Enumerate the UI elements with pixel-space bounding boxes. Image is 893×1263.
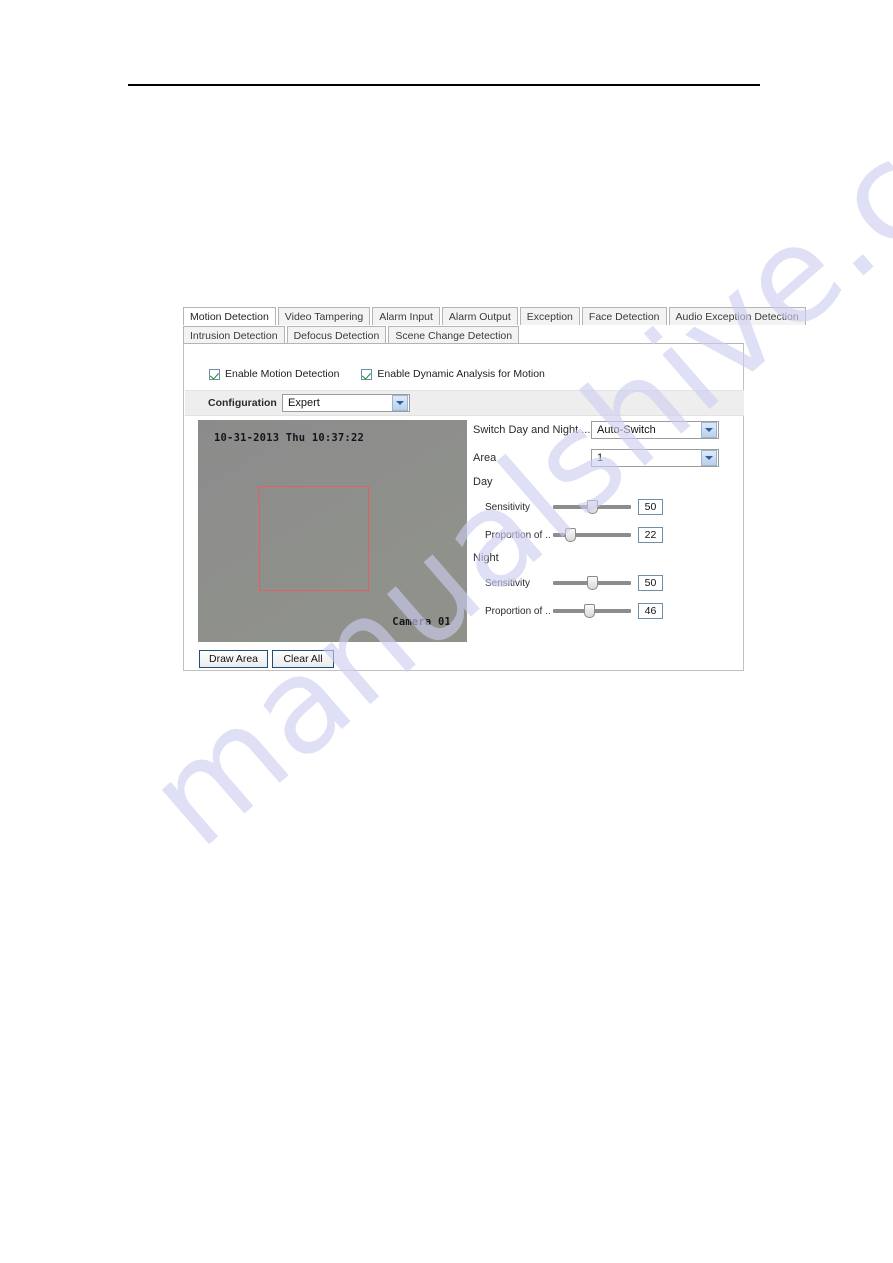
configuration-select[interactable]: Expert [282, 394, 410, 412]
tab-row-1: Motion Detection Video Tampering Alarm I… [183, 306, 806, 325]
tab-face-detection[interactable]: Face Detection [581, 307, 667, 325]
day-proportion-label: Proportion of ... [485, 529, 551, 541]
day-sensitivity-slider[interactable] [553, 499, 631, 515]
tab-row-2: Intrusion Detection Defocus Detection Sc… [183, 325, 744, 344]
night-sensitivity-slider[interactable] [553, 575, 631, 591]
night-sensitivity-row: Sensitivity 50 [473, 572, 731, 594]
tab-defocus-detection[interactable]: Defocus Detection [286, 326, 387, 344]
day-proportion-row: Proportion of ... 22 [473, 524, 731, 546]
enable-dynamic-analysis-label: Enable Dynamic Analysis for Motion [377, 368, 545, 380]
chevron-down-icon[interactable] [701, 422, 717, 438]
area-label: Area [473, 452, 497, 464]
area-select[interactable]: 1 [591, 449, 719, 467]
enable-dynamic-analysis-group[interactable]: Enable Dynamic Analysis for Motion [361, 368, 545, 380]
enable-motion-detection-label: Enable Motion Detection [225, 368, 340, 380]
configuration-label: Configuration [208, 397, 277, 409]
day-sensitivity-value[interactable]: 50 [638, 499, 663, 515]
tab-exception[interactable]: Exception [519, 307, 580, 325]
night-section-label: Night [473, 552, 499, 564]
area-select-value: 1 [597, 452, 604, 464]
tab-intrusion-detection[interactable]: Intrusion Detection [183, 326, 285, 344]
slider-thumb[interactable] [587, 500, 598, 514]
header-divider [128, 84, 760, 86]
switch-day-night-label: Switch Day and Night ... [473, 424, 591, 436]
night-proportion-value[interactable]: 46 [638, 603, 663, 619]
day-section-label: Day [473, 476, 493, 488]
tab-audio-exception-detection[interactable]: Audio Exception Detection [668, 307, 806, 325]
chevron-down-icon[interactable] [392, 395, 408, 411]
night-sensitivity-label: Sensitivity [485, 577, 531, 589]
slider-thumb[interactable] [565, 528, 577, 542]
slider-thumb[interactable] [587, 576, 598, 590]
configuration-row: Configuration Expert [185, 390, 744, 416]
night-proportion-label: Proportion of ... [485, 605, 551, 617]
video-action-buttons: Draw Area Clear All [199, 650, 335, 668]
clear-all-button[interactable]: Clear All [272, 650, 335, 668]
tab-alarm-output[interactable]: Alarm Output [441, 307, 518, 325]
detection-settings-controls: Switch Day and Night ... Auto-Switch Are… [473, 420, 731, 628]
motion-detection-panel: Enable Motion Detection Enable Dynamic A… [183, 343, 744, 671]
video-camera-label: Camera 01 [392, 616, 451, 628]
night-sensitivity-value[interactable]: 50 [638, 575, 663, 591]
day-sensitivity-row: Sensitivity 50 [473, 496, 731, 518]
detection-area-rectangle[interactable] [259, 486, 369, 591]
enable-motion-detection-checkbox[interactable] [209, 368, 220, 380]
night-proportion-row: Proportion of ... 46 [473, 600, 731, 622]
switch-day-night-row: Switch Day and Night ... Auto-Switch [473, 420, 731, 440]
enable-motion-detection-group[interactable]: Enable Motion Detection [209, 368, 339, 380]
night-proportion-slider[interactable] [553, 603, 631, 619]
chevron-down-icon[interactable] [701, 450, 717, 466]
day-proportion-slider[interactable] [553, 527, 631, 543]
enable-options-row: Enable Motion Detection Enable Dynamic A… [209, 368, 545, 380]
tab-strip: Motion Detection Video Tampering Alarm I… [183, 306, 806, 344]
tab-alarm-input[interactable]: Alarm Input [372, 307, 440, 325]
day-sensitivity-label: Sensitivity [485, 501, 531, 513]
video-preview[interactable]: 10-31-2013 Thu 10:37:22 Camera 01 [198, 420, 467, 642]
video-timestamp: 10-31-2013 Thu 10:37:22 [214, 432, 364, 444]
configuration-select-value: Expert [288, 397, 320, 409]
area-row: Area 1 [473, 448, 731, 468]
switch-day-night-select[interactable]: Auto-Switch [591, 421, 719, 439]
slider-thumb[interactable] [583, 604, 595, 618]
draw-area-button[interactable]: Draw Area [199, 650, 269, 668]
tab-scene-change-detection[interactable]: Scene Change Detection [388, 326, 520, 344]
day-proportion-value[interactable]: 22 [638, 527, 663, 543]
enable-dynamic-analysis-checkbox[interactable] [361, 368, 373, 380]
tab-video-tampering[interactable]: Video Tampering [277, 307, 371, 325]
switch-day-night-value: Auto-Switch [597, 424, 656, 436]
tab-motion-detection[interactable]: Motion Detection [183, 307, 276, 325]
